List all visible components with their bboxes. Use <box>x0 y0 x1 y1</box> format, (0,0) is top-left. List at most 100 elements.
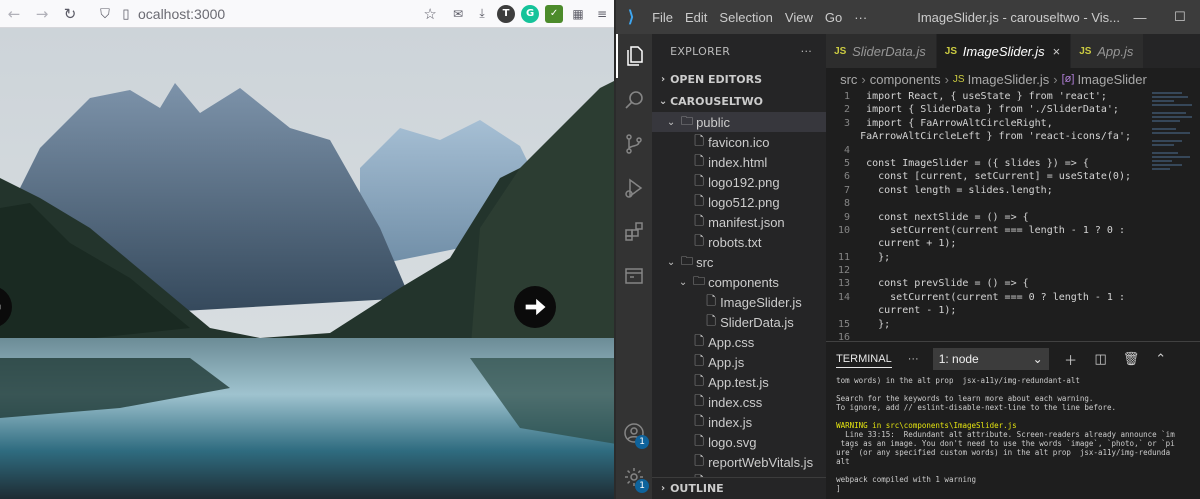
breadcrumb-components[interactable]: components <box>870 72 941 87</box>
maximize-icon[interactable]: ☐ <box>1160 9 1200 25</box>
tree-item[interactable]: 🗋 reportWebVitals.js <box>652 452 826 472</box>
tree-item[interactable]: 🗋 robots.txt <box>652 232 826 252</box>
code-line: 7 const length = slides.length; <box>826 184 1200 197</box>
download-icon[interactable]: ⤓ <box>470 2 494 26</box>
explorer-more-icon[interactable]: ··· <box>801 45 812 58</box>
extensions-puzzle-icon[interactable]: ▦ <box>566 2 590 26</box>
tree-item[interactable]: 🗋 index.css <box>652 392 826 412</box>
close-tab-icon[interactable]: × <box>1053 44 1061 59</box>
breadcrumb-file[interactable]: ImageSlider.js <box>968 72 1050 87</box>
tree-item[interactable]: 🗋 App.js <box>652 352 826 372</box>
tree-item[interactable]: 🗋 App.css <box>652 332 826 352</box>
minimap[interactable] <box>1148 90 1200 341</box>
explorer-files-icon[interactable] <box>616 34 652 78</box>
project-section[interactable]: ⌄ CAROUSELTWO <box>652 90 826 112</box>
tracking-shield-icon[interactable]: ⛉ <box>94 6 116 22</box>
line-number: 9 <box>844 211 851 223</box>
tree-item[interactable]: 🗋 ImageSlider.js <box>652 292 826 312</box>
mountain-lake-image <box>0 28 615 499</box>
next-slide-button[interactable] <box>514 286 556 328</box>
tab-imageslider[interactable]: JS ImageSlider.js × <box>936 34 1072 68</box>
settings-gear-icon[interactable]: 1 <box>616 455 652 499</box>
tree-item[interactable]: ⌄ 🗀 public <box>652 112 827 132</box>
bookmark-star-icon[interactable]: ☆ <box>418 5 442 23</box>
tree-item-label: components <box>708 274 779 290</box>
tree-item[interactable]: 🗋 logo.svg <box>652 432 826 452</box>
tree-item[interactable]: 🗋 logo512.png <box>652 192 826 212</box>
grammarly-icon[interactable]: G <box>518 2 542 26</box>
forward-icon[interactable]: → <box>28 2 56 26</box>
code-text: setCurrent(current === length - 1 ? 0 : <box>860 224 1125 236</box>
tab-terminal[interactable]: TERMINAL <box>836 351 892 368</box>
explorer-sidebar: EXPLORER ··· › OPEN EDITORS ⌄ CAROUSELTW… <box>652 34 827 499</box>
pocket-icon[interactable]: ✉ <box>446 2 470 26</box>
menu-more[interactable]: ··· <box>848 10 873 25</box>
line-number <box>826 130 860 143</box>
tree-item[interactable]: ⌄ 🗀 components <box>652 272 826 292</box>
code-text: FaArrowAltCircleLeft } from 'react-icons… <box>860 131 1131 143</box>
source-control-icon[interactable] <box>616 122 652 166</box>
reload-icon[interactable]: ↻ <box>56 2 84 26</box>
file-icon: 🗋 <box>694 353 704 368</box>
breadcrumb-src[interactable]: src <box>840 72 857 87</box>
code-line: 8 <box>826 197 1200 210</box>
code-line: 14 setCurrent(current === 0 ? length - 1… <box>826 291 1200 304</box>
browser-window: ← → ↻ ⛉ ▯ ocalhost:3000 ☆ ✉ ⤓ T G ✓ ▦ ≡ <box>0 0 617 499</box>
code-editor[interactable]: 1 import React, { useState } from 'react… <box>826 90 1200 341</box>
chevron-up-icon[interactable]: ⌃ <box>1153 351 1169 367</box>
trash-icon[interactable]: 🗑 <box>1123 351 1140 367</box>
tree-item[interactable]: 🗋 App.test.js <box>652 372 826 392</box>
arrow-circle-left-icon <box>0 304 1 310</box>
terminal-output[interactable]: tom words) in the alt prop jsx-a11y/img-… <box>836 376 1180 499</box>
code-text: const prevSlide = () => { <box>860 278 1029 290</box>
file-icon: 🗋 <box>694 453 704 468</box>
menu-selection[interactable]: Selection <box>713 10 778 25</box>
tree-item[interactable]: 🗋 logo192.png <box>652 172 826 192</box>
tree-item[interactable]: 🗋 SliderData.js <box>652 312 826 332</box>
new-terminal-plus-icon[interactable]: ＋ <box>1063 350 1079 369</box>
panel-more-icon[interactable]: ··· <box>908 353 919 365</box>
address-bar[interactable]: ⛉ ▯ ocalhost:3000 ☆ <box>94 2 442 26</box>
menu-go[interactable]: Go <box>819 10 848 25</box>
tree-item[interactable]: 🗋 index.html <box>652 152 826 172</box>
activity-bottom: 1 1 <box>616 411 652 499</box>
tree-item-label: App.js <box>708 354 745 370</box>
accounts-icon[interactable]: 1 <box>616 411 652 455</box>
remote-explorer-icon[interactable] <box>616 254 652 298</box>
open-editors-section[interactable]: › OPEN EDITORS <box>652 68 826 90</box>
hamburger-menu-icon[interactable]: ≡ <box>590 2 614 26</box>
run-debug-icon[interactable] <box>616 166 652 210</box>
minimap-line <box>1152 132 1190 134</box>
screen: ← → ↻ ⛉ ▯ ocalhost:3000 ☆ ✉ ⤓ T G ✓ ▦ ≡ <box>0 0 1200 499</box>
tree-item[interactable]: 🗋 favicon.ico <box>652 132 826 152</box>
url-text[interactable]: ocalhost:3000 <box>136 6 418 22</box>
page-info-icon[interactable]: ▯ <box>116 6 136 22</box>
shield-extension-icon[interactable]: ✓ <box>542 2 566 26</box>
minimize-icon[interactable]: — <box>1120 10 1160 25</box>
tab-app[interactable]: JS App.js <box>1071 34 1145 68</box>
terminal-select[interactable]: 1: node ⌄ <box>932 348 1049 370</box>
extension-t-icon[interactable]: T <box>494 2 518 26</box>
menu-file[interactable]: File <box>646 10 679 25</box>
search-icon[interactable] <box>616 78 652 122</box>
split-terminal-icon[interactable]: ◫ <box>1093 351 1109 367</box>
minimap-line <box>1152 140 1182 142</box>
settings-badge: 1 <box>635 479 650 493</box>
symbol-icon: [ø] <box>1061 73 1075 85</box>
menu-edit[interactable]: Edit <box>679 10 713 25</box>
file-icon: 🗋 <box>706 313 716 328</box>
breadcrumb-symbol[interactable]: ImageSlider <box>1077 72 1146 87</box>
file-icon: 🗋 <box>694 393 704 408</box>
tree-item[interactable]: 🗋 manifest.json <box>652 212 826 232</box>
back-icon[interactable]: ← <box>0 2 28 26</box>
extensions-icon[interactable] <box>616 210 652 254</box>
tree-item[interactable]: ⌄ 🗀 src <box>652 252 826 272</box>
menu-view[interactable]: View <box>779 10 819 25</box>
tab-sliderdata[interactable]: JS SliderData.js <box>826 34 937 68</box>
code-line: 4 <box>826 144 1200 157</box>
outline-section[interactable]: › OUTLINE <box>652 477 827 499</box>
code-line: 3 import { FaArrowAltCircleRight, <box>826 117 1200 130</box>
tree-item[interactable]: 🗋 index.js <box>652 412 826 432</box>
